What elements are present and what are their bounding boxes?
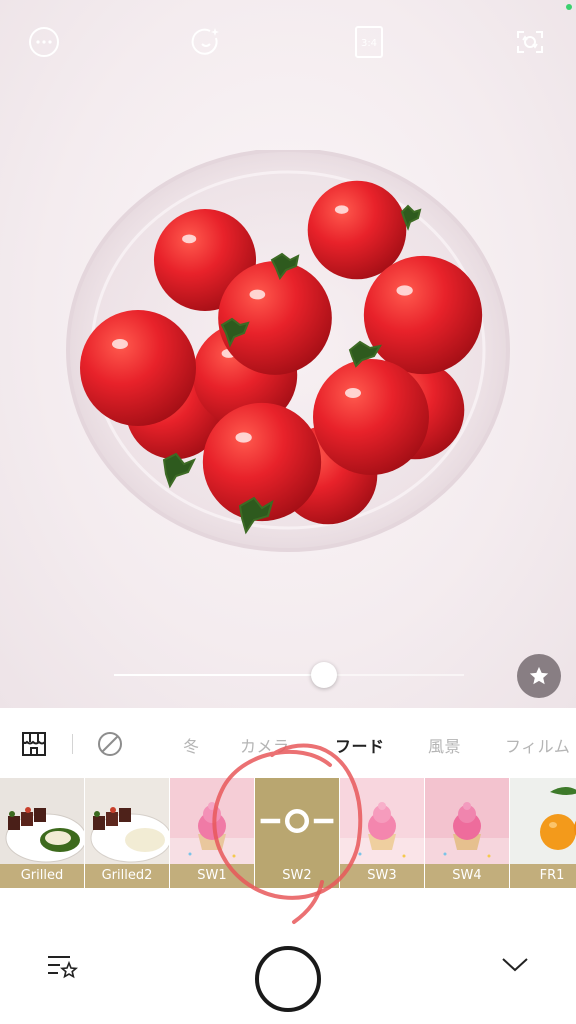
filter-grilled[interactable]: Grilled: [0, 778, 85, 888]
filter-category-bar: 冬 カメラ フード 風景 フィルム: [0, 708, 576, 778]
favorites-list-button[interactable]: [46, 952, 79, 980]
more-options-button[interactable]: [28, 26, 60, 58]
aspect-ratio-label: 3:4: [361, 38, 377, 49]
filter-intensity-slider[interactable]: [114, 661, 464, 689]
adjust-intensity-icon: [255, 778, 339, 864]
beauty-mode-button[interactable]: [190, 26, 222, 58]
filter-thumbnail: [170, 778, 254, 864]
filter-thumbnail: [510, 778, 576, 864]
tab-food[interactable]: フード: [335, 733, 385, 757]
tab-winter[interactable]: 冬: [183, 733, 200, 757]
camera-preview[interactable]: 3:4: [0, 0, 576, 708]
filter-store-button[interactable]: [20, 730, 48, 758]
chevron-down-icon: [502, 958, 528, 972]
flip-camera-button[interactable]: [514, 26, 546, 58]
filter-thumbnail: [340, 778, 424, 864]
bottom-toolbar: [0, 888, 576, 1024]
shutter-button[interactable]: [255, 946, 321, 1012]
filter-label: SW4: [425, 864, 509, 888]
filter-grilled2[interactable]: Grilled2: [85, 778, 170, 888]
collapse-filters-button[interactable]: [500, 954, 530, 974]
filter-thumbnail: [425, 778, 509, 864]
no-filter-button[interactable]: [97, 731, 123, 757]
star-icon: [529, 666, 549, 685]
filter-label: SW1: [170, 864, 254, 888]
tab-camera[interactable]: カメラ: [240, 733, 290, 757]
slider-thumb[interactable]: [311, 662, 337, 688]
aspect-ratio-button[interactable]: 3:4: [353, 26, 385, 58]
store-icon: [22, 732, 46, 756]
filter-label: SW2: [255, 864, 339, 888]
filter-label: Grilled: [0, 864, 84, 888]
aspect-ratio-icon: 3:4: [355, 26, 383, 58]
tab-scenery[interactable]: 風景: [428, 733, 461, 757]
filter-label: Grilled2: [85, 864, 169, 888]
filter-thumbnail: [85, 778, 169, 864]
no-filter-icon: [98, 732, 122, 756]
favorites-list-icon: [48, 956, 79, 979]
filter-thumbnail: [0, 778, 84, 864]
filter-sw4[interactable]: SW4: [425, 778, 510, 888]
filter-sw2[interactable]: SW2: [255, 778, 340, 888]
filter-fr1[interactable]: FR1: [510, 778, 576, 888]
filter-strip: Grilled Grilled2 SW1 SW2 SW3 SW4 FR1: [0, 778, 576, 888]
filter-sw1[interactable]: SW1: [170, 778, 255, 888]
more-icon: [29, 27, 59, 57]
status-indicator: [566, 4, 572, 10]
filter-label: SW3: [340, 864, 424, 888]
tomato-bowl-image: [66, 150, 510, 552]
filter-sw3[interactable]: SW3: [340, 778, 425, 888]
tab-film[interactable]: フィルム: [505, 733, 570, 757]
flip-camera-icon: [517, 31, 543, 53]
beauty-icon: [191, 28, 219, 55]
slider-fill: [114, 674, 324, 676]
category-divider: [72, 734, 73, 754]
favorite-filter-button[interactable]: [517, 654, 561, 698]
filter-thumbnail-selected: [255, 778, 339, 864]
filter-label: FR1: [510, 864, 576, 888]
